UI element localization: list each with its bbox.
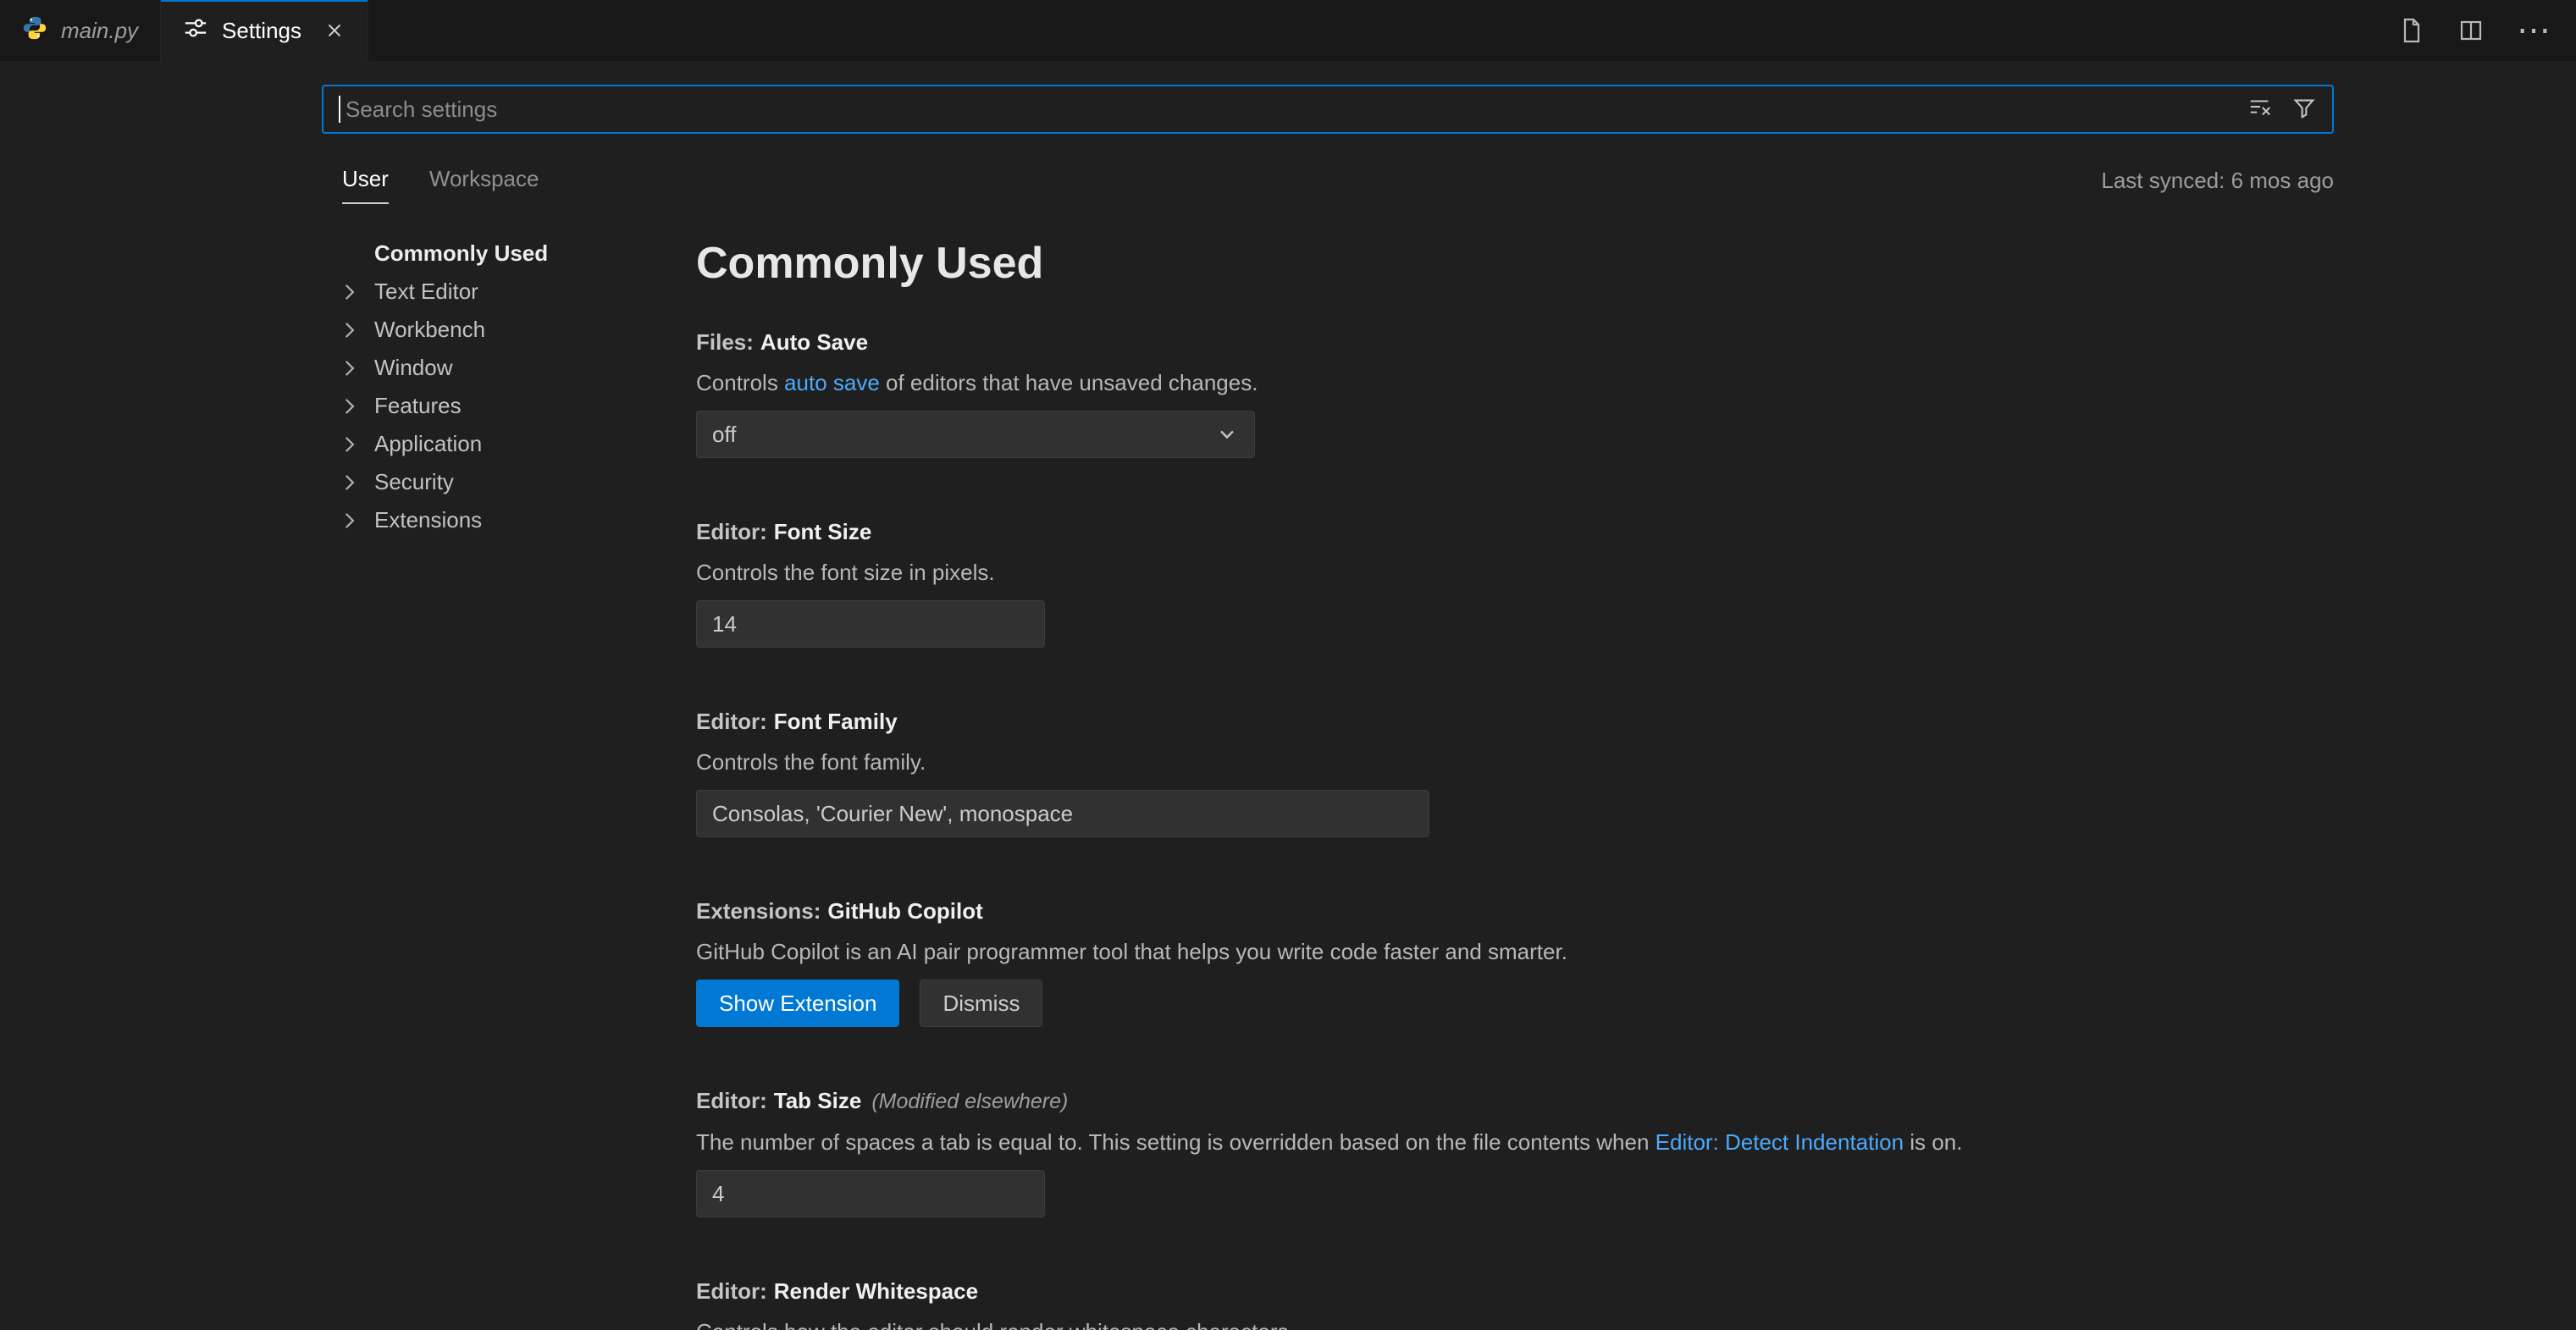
editor-tab-bar: main.py Settings — [0, 0, 2576, 61]
description-text: is on. — [1904, 1129, 1962, 1155]
toc-label: Features — [374, 393, 462, 419]
auto-save-link[interactable]: auto save — [784, 370, 880, 395]
setting-name: Font Size — [774, 519, 872, 544]
auto-save-select[interactable]: off — [696, 411, 1255, 458]
description-text: Controls — [696, 370, 784, 395]
sync-status: Last synced: 6 mos ago — [2101, 168, 2334, 204]
toc-item-extensions[interactable]: Extensions — [335, 501, 696, 539]
search-input[interactable] — [345, 97, 2247, 123]
toc-label: Window — [374, 355, 452, 381]
settings-scope-row: User Workspace Last synced: 6 mos ago — [322, 166, 2334, 204]
setting-description: Controls the font family. — [696, 748, 2334, 776]
toc-label: Extensions — [374, 507, 482, 533]
toc-spacer — [335, 240, 362, 268]
chevron-right-icon — [335, 355, 362, 382]
toc-item-security[interactable]: Security — [335, 463, 696, 501]
toc-item-text-editor[interactable]: Text Editor — [335, 273, 696, 311]
setting-description: The number of spaces a tab is equal to. … — [696, 1128, 2334, 1156]
more-actions-icon[interactable]: ⋯ — [2517, 17, 2551, 44]
dismiss-button[interactable]: Dismiss — [920, 980, 1042, 1027]
setting-name: Tab Size — [774, 1088, 862, 1113]
close-icon[interactable] — [323, 19, 345, 41]
setting-name: Auto Save — [760, 329, 868, 355]
toc-item-commonly-used[interactable]: Commonly Used — [335, 235, 696, 273]
settings-content: Commonly Used Files:Auto Save Controls a… — [696, 223, 2334, 1330]
setting-name: GitHub Copilot — [827, 898, 982, 924]
page-title: Commonly Used — [696, 238, 2334, 289]
search-actions — [2247, 95, 2317, 124]
font-size-input[interactable] — [696, 600, 1045, 648]
chevron-right-icon — [335, 317, 362, 344]
setting-extensions-github-copilot: Extensions:GitHub Copilot GitHub Copilot… — [696, 897, 2334, 1027]
font-family-input[interactable] — [696, 790, 1429, 837]
setting-editor-tab-size: Editor: Tab Size (Modified elsewhere) The … — [696, 1086, 2334, 1217]
setting-files-auto-save: Files:Auto Save Controls auto save of ed… — [696, 328, 2334, 458]
show-extension-button[interactable]: Show Extension — [696, 980, 899, 1027]
toc-item-application[interactable]: Application — [335, 425, 696, 463]
setting-editor-font-size: Editor: Font Size Controls the font size … — [696, 517, 2334, 648]
setting-label: Editor: Render Whitespace — [696, 1277, 2334, 1305]
toc-label: Security — [374, 469, 454, 495]
chevron-down-icon — [1215, 422, 1239, 446]
clear-search-filters-icon[interactable] — [2247, 95, 2273, 124]
chevron-right-icon — [335, 431, 362, 458]
tab-workspace[interactable]: Workspace — [429, 166, 539, 204]
tab-main-py[interactable]: main.py — [0, 0, 161, 61]
split-editor-icon[interactable] — [2457, 17, 2485, 44]
text-caret — [339, 96, 340, 123]
tab-label: Settings — [222, 18, 301, 44]
setting-description: GitHub Copilot is an AI pair programmer … — [696, 937, 2334, 966]
vscode-window: main.py Settings — [0, 0, 2576, 1330]
setting-category: Editor: — [696, 1088, 767, 1113]
setting-description: Controls the font size in pixels. — [696, 558, 2334, 587]
setting-category: Editor: — [696, 519, 767, 544]
setting-category: Editor: — [696, 1278, 767, 1304]
detect-indentation-link[interactable]: Editor: Detect Indentation — [1656, 1129, 1904, 1155]
editor-actions: ⋯ — [2398, 0, 2576, 61]
setting-label: Editor: Font Family — [696, 707, 2334, 736]
setting-editor-render-whitespace: Editor: Render Whitespace Controls how th… — [696, 1277, 2334, 1330]
setting-label: Editor: Font Size — [696, 517, 2334, 546]
toc-item-features[interactable]: Features — [335, 387, 696, 425]
tab-settings[interactable]: Settings — [161, 0, 368, 61]
toc-item-window[interactable]: Window — [335, 349, 696, 387]
setting-label: Files:Auto Save — [696, 328, 2334, 356]
tab-label: main.py — [61, 18, 138, 44]
settings-search[interactable] — [322, 85, 2334, 134]
setting-name: Font Family — [774, 709, 898, 734]
setting-name: Render Whitespace — [774, 1278, 978, 1304]
tab-size-input[interactable] — [696, 1170, 1045, 1217]
setting-description: Controls auto save of editors that have … — [696, 368, 2334, 397]
setting-label: Editor: Tab Size (Modified elsewhere) — [696, 1086, 2334, 1116]
tab-user[interactable]: User — [342, 166, 389, 204]
setting-description: Controls how the editor should render wh… — [696, 1317, 2334, 1330]
python-icon — [22, 15, 47, 47]
description-text: The number of spaces a tab is equal to. … — [696, 1129, 1656, 1155]
chevron-right-icon — [335, 507, 362, 534]
setting-editor-font-family: Editor: Font Family Controls the font fam… — [696, 707, 2334, 837]
chevron-right-icon — [335, 393, 362, 420]
setting-category: Extensions: — [696, 898, 821, 924]
description-text: of editors that have unsaved changes. — [880, 370, 1258, 395]
toc-item-workbench[interactable]: Workbench — [335, 311, 696, 349]
filter-icon[interactable] — [2291, 95, 2317, 124]
settings-sliders-icon — [183, 15, 208, 47]
settings-editor: User Workspace Last synced: 6 mos ago Co… — [0, 61, 2576, 1330]
toc-label: Workbench — [374, 317, 485, 343]
setting-category: Files: — [696, 329, 754, 355]
modified-elsewhere-hint: (Modified elsewhere) — [871, 1090, 1068, 1113]
toc-label: Text Editor — [374, 279, 478, 305]
toc-label: Commonly Used — [374, 240, 548, 267]
select-value: off — [712, 422, 736, 448]
chevron-right-icon — [335, 279, 362, 306]
open-settings-json-icon[interactable] — [2398, 17, 2425, 44]
toc-label: Application — [374, 431, 482, 457]
settings-toc: Commonly Used Text Editor Workbench Wind… — [322, 223, 696, 1330]
setting-label: Extensions:GitHub Copilot — [696, 897, 2334, 925]
setting-category: Editor: — [696, 709, 767, 734]
chevron-right-icon — [335, 469, 362, 496]
